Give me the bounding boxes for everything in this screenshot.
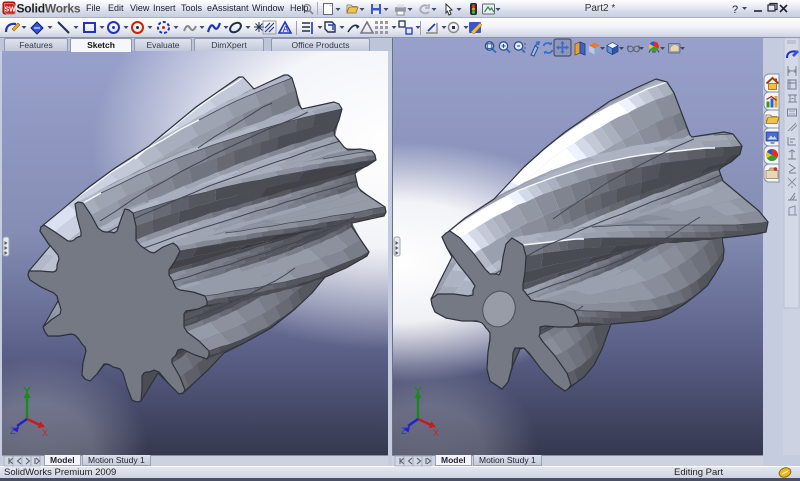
svg-text:?: ?: [732, 4, 738, 16]
svg-text:SW: SW: [5, 7, 17, 14]
svg-text:SolidWorks: SolidWorks: [17, 2, 81, 16]
svg-text:A: A: [283, 24, 289, 34]
svg-text:Z: Z: [10, 426, 16, 436]
svg-text:X: X: [433, 428, 439, 438]
svg-text:X: X: [42, 428, 48, 438]
svg-text:Z: Z: [401, 426, 407, 436]
